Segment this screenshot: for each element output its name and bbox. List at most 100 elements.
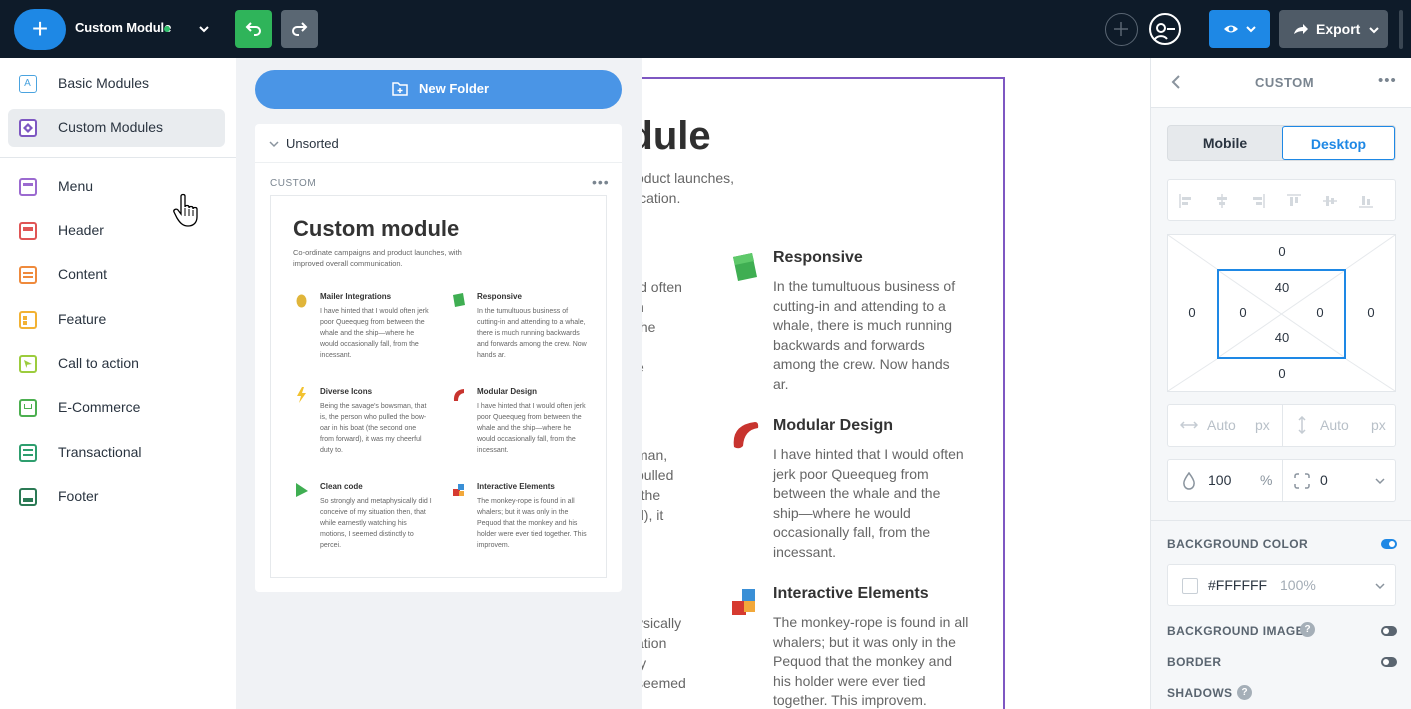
sidebar-item-content[interactable]: Content bbox=[8, 256, 225, 294]
padding-left-input[interactable]: 0 bbox=[1228, 305, 1258, 320]
align-right-icon[interactable] bbox=[1251, 194, 1265, 208]
help-icon[interactable]: ? bbox=[1237, 685, 1252, 700]
margin-left-input[interactable]: 0 bbox=[1177, 305, 1207, 320]
sidebar-item-label: Footer bbox=[58, 488, 99, 504]
egg-icon bbox=[296, 294, 307, 308]
unsorted-folder: Unsorted CUSTOM ••• Custom module Co-ord… bbox=[255, 124, 622, 592]
shadows-label: SHADOWS bbox=[1167, 686, 1233, 700]
section-divider bbox=[1151, 520, 1411, 521]
module-title[interactable]: odule bbox=[642, 114, 711, 159]
feature-icon bbox=[19, 311, 37, 329]
sidebar-item-label: Header bbox=[58, 222, 104, 238]
footer-icon bbox=[19, 488, 37, 506]
add-module-button[interactable]: + bbox=[14, 9, 66, 50]
sidebar-item-label: Call to action bbox=[58, 355, 139, 371]
custom-modules-icon bbox=[19, 119, 37, 137]
undo-icon bbox=[245, 22, 261, 36]
sidebar-item-label: Menu bbox=[58, 178, 94, 194]
color-opacity-value[interactable]: 100% bbox=[1280, 577, 1316, 593]
height-input[interactable]: Auto bbox=[1320, 417, 1349, 433]
module-category-label: CUSTOM bbox=[270, 178, 317, 189]
margin-top-input[interactable]: 0 bbox=[1267, 244, 1297, 259]
align-bottom-icon[interactable] bbox=[1359, 194, 1373, 208]
properties-panel: CUSTOM ••• Mobile Desktop 0 0 0 0 40 40 … bbox=[1150, 58, 1411, 709]
play-icon bbox=[296, 483, 308, 497]
height-arrows-icon bbox=[1298, 416, 1306, 434]
color-hex-value[interactable]: #FFFFFF bbox=[1208, 577, 1267, 593]
status-dot bbox=[164, 26, 170, 32]
sidebar-item-footer[interactable]: Footer bbox=[8, 478, 225, 516]
user-minus-icon bbox=[1154, 23, 1175, 40]
sidebar-item-e-commerce[interactable]: E-Commerce bbox=[8, 389, 225, 427]
width-input[interactable]: Auto bbox=[1207, 417, 1236, 433]
export-label: Export bbox=[1316, 21, 1361, 37]
toolbar-scroll-indicator[interactable] bbox=[1399, 10, 1403, 49]
feature-title: Modular Design bbox=[773, 417, 894, 434]
background-color-toggle[interactable] bbox=[1381, 539, 1397, 549]
redo-button[interactable] bbox=[281, 10, 318, 48]
folder-title[interactable]: Unsorted bbox=[286, 136, 339, 151]
padding-bottom-input[interactable]: 40 bbox=[1267, 330, 1297, 345]
align-left-icon[interactable] bbox=[1179, 194, 1193, 208]
chevron-left-icon[interactable] bbox=[1171, 74, 1181, 90]
sidebar-item-feature[interactable]: Feature bbox=[8, 301, 225, 339]
sidebar-item-label: Basic Modules bbox=[58, 75, 150, 91]
chevron-down-icon[interactable] bbox=[1374, 476, 1386, 486]
chevron-down-icon[interactable] bbox=[268, 139, 280, 149]
sidebar-item-basic-modules[interactable]: A Basic Modules bbox=[8, 65, 225, 103]
align-top-icon[interactable] bbox=[1287, 194, 1301, 208]
properties-header: CUSTOM ••• bbox=[1151, 58, 1411, 108]
custom-module-thumbnail[interactable]: Custom module Co-ordinate campaigns and … bbox=[270, 195, 607, 578]
opacity-input[interactable]: 100 bbox=[1208, 472, 1231, 488]
feature-text-fragment: ld often n the e bbox=[642, 279, 682, 375]
menu-icon bbox=[19, 178, 37, 196]
corner-radius-input[interactable]: 0 bbox=[1320, 472, 1328, 488]
hand-cursor-icon bbox=[173, 193, 198, 227]
cube-icon bbox=[733, 253, 757, 281]
redo-icon bbox=[292, 22, 308, 36]
user-menu-button[interactable] bbox=[1149, 13, 1181, 45]
thumbnail-title: Custom module bbox=[293, 216, 460, 241]
background-color-picker[interactable]: #FFFFFF 100% bbox=[1167, 564, 1396, 606]
sidebar-item-custom-modules[interactable]: Custom Modules bbox=[8, 109, 225, 147]
help-icon[interactable]: ? bbox=[1300, 622, 1315, 637]
module-more-button[interactable]: ••• bbox=[592, 174, 610, 190]
export-button[interactable]: Export bbox=[1279, 10, 1388, 48]
height-unit: px bbox=[1371, 417, 1386, 433]
mobile-tab[interactable]: Mobile bbox=[1168, 126, 1282, 160]
border-label: BORDER bbox=[1167, 655, 1222, 669]
feature-text: The monkey-rope is found in all whalers;… bbox=[773, 614, 969, 709]
feature-text: I have hinted that I would often jerk po… bbox=[773, 446, 964, 560]
padding-right-input[interactable]: 0 bbox=[1305, 305, 1335, 320]
sidebar-item-call-to-action[interactable]: Call to action bbox=[8, 345, 225, 383]
background-image-toggle[interactable] bbox=[1381, 626, 1397, 636]
drop-icon bbox=[1183, 472, 1195, 490]
email-canvas[interactable]: odule oduct launches, ication. ld often … bbox=[642, 58, 1150, 709]
add-collaborator-button[interactable] bbox=[1105, 13, 1138, 46]
cart-icon bbox=[19, 399, 37, 417]
margin-bottom-input[interactable]: 0 bbox=[1267, 366, 1297, 381]
blocks-icon bbox=[732, 589, 755, 615]
chevron-down-icon[interactable] bbox=[198, 23, 210, 35]
align-center-icon[interactable] bbox=[1215, 194, 1229, 208]
arc-icon bbox=[453, 389, 464, 401]
color-swatch[interactable] bbox=[1182, 578, 1198, 594]
padding-box: 40 40 0 0 bbox=[1217, 269, 1346, 359]
module-subtitle[interactable]: oduct launches, ication. bbox=[642, 168, 756, 208]
properties-more-button[interactable]: ••• bbox=[1378, 72, 1397, 89]
align-middle-icon[interactable] bbox=[1323, 194, 1337, 208]
padding-top-input[interactable]: 40 bbox=[1267, 280, 1297, 295]
new-folder-button[interactable]: New Folder bbox=[255, 70, 622, 109]
margin-right-input[interactable]: 0 bbox=[1356, 305, 1386, 320]
background-image-label: BACKGROUND IMAGE bbox=[1167, 624, 1305, 638]
feature-text-fragment: ysically ation ly seemed bbox=[642, 615, 686, 691]
header-icon bbox=[19, 222, 37, 240]
dimensions-divider bbox=[1282, 405, 1283, 446]
sidebar-item-transactional[interactable]: Transactional bbox=[8, 434, 225, 472]
module-name-label[interactable]: Custom Module bbox=[75, 20, 171, 35]
chevron-down-icon[interactable] bbox=[1374, 581, 1386, 591]
undo-button[interactable] bbox=[235, 10, 272, 48]
border-toggle[interactable] bbox=[1381, 657, 1397, 667]
preview-button[interactable] bbox=[1209, 10, 1270, 48]
desktop-tab[interactable]: Desktop bbox=[1282, 126, 1395, 160]
